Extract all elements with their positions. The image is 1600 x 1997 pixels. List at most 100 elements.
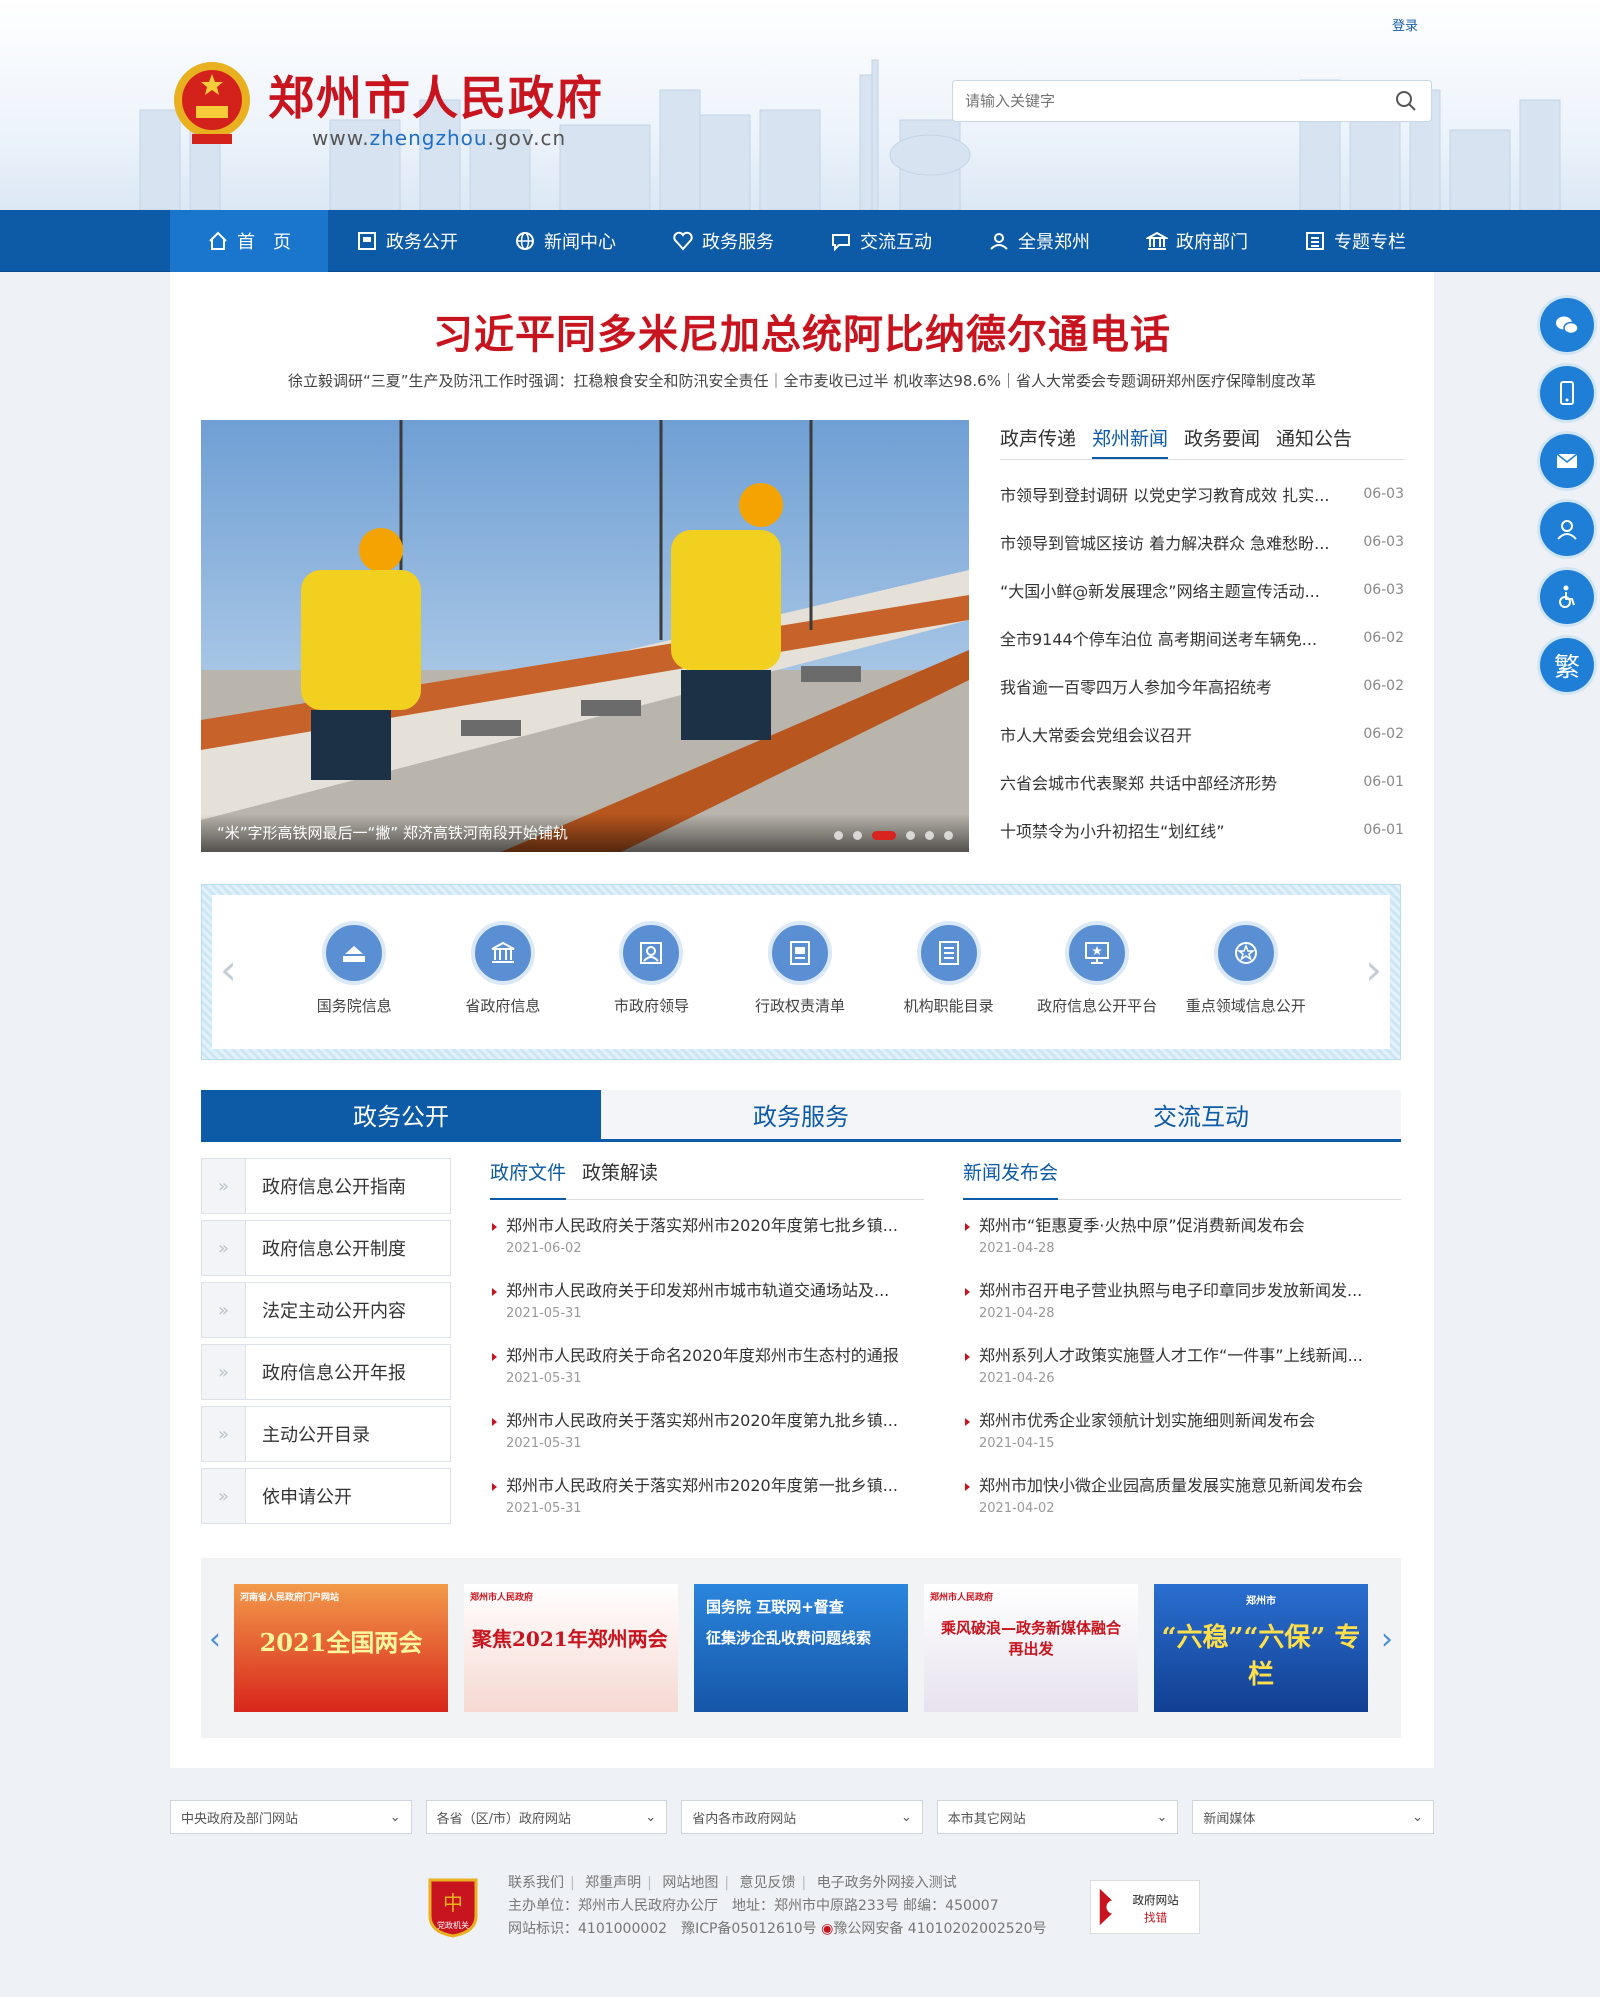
list-item[interactable]: 郑州市加快小微企业园高质量发展实施意见新闻发布会 2021-04-02 [963, 1472, 1401, 1537]
list-item[interactable]: 郑州市召开电子营业执照与电子印章同步发放新闻发... 2021-04-28 [963, 1277, 1401, 1342]
policy-title[interactable]: 郑州市人民政府关于落实郑州市2020年度第一批乡镇... [506, 1472, 924, 1496]
headline-link[interactable]: 习近平同多米尼加总统阿比纳德尔通电话 [170, 302, 1434, 360]
tab-voice[interactable]: 政声传递 [1000, 420, 1076, 459]
side-menu-item[interactable]: » 主动公开目录 [201, 1406, 451, 1462]
list-item[interactable]: 郑州市人民政府关于命名2020年度郑州市生态村的通报 2021-05-31 [490, 1342, 924, 1407]
login-link[interactable]: 登录 [1392, 15, 1418, 34]
side-menu-item[interactable]: » 政府信息公开年报 [201, 1344, 451, 1400]
carousel-dot[interactable] [853, 831, 862, 840]
list-item[interactable]: 郑州市人民政府关于落实郑州市2020年度第一批乡镇... 2021-05-31 [490, 1472, 924, 1537]
policy-title[interactable]: 郑州市人民政府关于落实郑州市2020年度第七批乡镇... [506, 1212, 924, 1236]
feedback-link[interactable]: 意见反馈 [740, 1875, 796, 1891]
select-city-gov[interactable]: 省内各市政府网站 ⌄ [681, 1800, 923, 1834]
police-number[interactable]: 豫公网安备 41010202002520号 [833, 1921, 1046, 1937]
banner-prev-arrow[interactable]: ‹ [209, 1622, 221, 1657]
press-title[interactable]: 郑州市“钜惠夏季·火热中原”促消费新闻发布会 [979, 1212, 1401, 1236]
list-item[interactable]: 郑州市人民政府关于印发郑州市城市轨道交通场站及... 2021-05-31 [490, 1277, 924, 1342]
quick-link-state-council[interactable]: 国务院信息 [280, 921, 429, 1016]
news-title[interactable]: 市领导到登封调研 以党史学习教育成效 扎实... [1000, 482, 1350, 506]
list-item[interactable]: 郑州市“钜惠夏季·火热中原”促消费新闻发布会 2021-04-28 [963, 1212, 1401, 1277]
policy-title[interactable]: 郑州市人民政府关于落实郑州市2020年度第九批乡镇... [506, 1407, 924, 1431]
carousel-dot[interactable] [925, 831, 934, 840]
tab-gov-news[interactable]: 政务要闻 [1184, 420, 1260, 459]
nav-item-gov-affairs[interactable]: 政务公开 [328, 210, 486, 272]
network-test-link[interactable]: 电子政务外网接入测试 [817, 1875, 957, 1891]
press-title[interactable]: 郑州系列人才政策实施暨人才工作“一件事”上线新闻... [979, 1342, 1401, 1366]
tab-gov-services[interactable]: 政务服务 [601, 1090, 1001, 1139]
quick-link-key-areas[interactable]: 重点领域信息公开 [1171, 921, 1320, 1016]
banner-next-arrow[interactable]: › [1381, 1622, 1393, 1657]
list-item[interactable]: “大国小鲜@新发展理念”网络主题宣传活动... 06-03 [1000, 566, 1404, 614]
select-media[interactable]: 新闻媒体 ⌄ [1192, 1800, 1434, 1834]
tab-interaction[interactable]: 交流互动 [1001, 1090, 1401, 1139]
tab-gov-documents[interactable]: 政府文件 [490, 1158, 567, 1200]
list-item[interactable]: 市领导到管城区接访 着力解决群众 急难愁盼... 06-03 [1000, 518, 1404, 566]
nav-item-departments[interactable]: 政府部门 [1118, 210, 1276, 272]
side-menu-item[interactable]: » 政府信息公开制度 [201, 1220, 451, 1276]
nav-item-services[interactable]: 政务服务 [644, 210, 802, 272]
policy-title[interactable]: 郑州市人民政府关于命名2020年度郑州市生态村的通报 [506, 1342, 924, 1366]
select-central-gov[interactable]: 中央政府及部门网站 ⌄ [170, 1800, 412, 1834]
nav-item-interaction[interactable]: 交流互动 [802, 210, 960, 272]
carousel-dot-active[interactable] [872, 831, 896, 840]
nav-item-news[interactable]: 新闻中心 [486, 210, 644, 272]
news-title[interactable]: “大国小鲜@新发展理念”网络主题宣传活动... [1000, 578, 1350, 602]
quick-link-province-gov[interactable]: 省政府信息 [429, 921, 578, 1016]
list-item[interactable]: 郑州市优秀企业家领航计划实施细则新闻发布会 2021-04-15 [963, 1407, 1401, 1472]
accessibility-button[interactable] [1540, 570, 1594, 624]
banner-six-stability[interactable]: 郑州市 “六稳”“六保” 专栏 [1154, 1584, 1368, 1712]
list-item[interactable]: 六省会城市代表聚郑 共话中部经济形势 06-01 [1000, 758, 1404, 806]
carousel-dot[interactable] [906, 831, 915, 840]
service-button[interactable] [1540, 502, 1594, 556]
list-item[interactable]: 郑州系列人才政策实施暨人才工作“一件事”上线新闻... 2021-04-26 [963, 1342, 1401, 1407]
press-title[interactable]: 郑州市加快小微企业园高质量发展实施意见新闻发布会 [979, 1472, 1401, 1496]
news-title[interactable]: 六省会城市代表聚郑 共话中部经济形势 [1000, 770, 1350, 794]
banner-two-sessions-national[interactable]: 河南省人民政府门户网站 2021全国两会 [234, 1584, 448, 1712]
news-title[interactable]: 我省逾一百零四万人参加今年高招统考 [1000, 674, 1350, 698]
news-title[interactable]: 市人大常委会党组会议召开 [1000, 722, 1350, 746]
banner-two-sessions-zhengzhou[interactable]: 郑州市人民政府 聚焦2021年郑州两会 [464, 1584, 678, 1712]
policy-title[interactable]: 郑州市人民政府关于印发郑州市城市轨道交通场站及... [506, 1277, 924, 1301]
strip-next-arrow[interactable]: › [1365, 945, 1382, 994]
strip-prev-arrow[interactable]: ‹ [220, 945, 237, 994]
tab-notices[interactable]: 通知公告 [1276, 420, 1352, 459]
list-item[interactable]: 市人大常委会党组会议召开 06-02 [1000, 710, 1404, 758]
list-item[interactable]: 郑州市人民政府关于落实郑州市2020年度第九批乡镇... 2021-05-31 [490, 1407, 924, 1472]
list-item[interactable]: 市领导到登封调研 以党史学习教育成效 扎实... 06-03 [1000, 470, 1404, 518]
side-menu-item[interactable]: » 依申请公开 [201, 1468, 451, 1524]
press-title[interactable]: 郑州市优秀企业家领航计划实施细则新闻发布会 [979, 1407, 1401, 1431]
list-item[interactable]: 全市9144个停车泊位 高考期间送考车辆免... 06-02 [1000, 614, 1404, 662]
photo-carousel[interactable]: “米”字形高铁网最后一“撇” 郑济高铁河南段开始铺轨 [201, 420, 969, 852]
banner-state-council-supervision[interactable]: 国务院 互联网+督查 征集涉企乱收费问题线索 [694, 1584, 908, 1712]
list-item[interactable]: 十项禁令为小升初招生“划红线” 06-01 [1000, 806, 1404, 854]
carousel-dot[interactable] [944, 831, 953, 840]
list-item[interactable]: 郑州市人民政府关于落实郑州市2020年度第七批乡镇... 2021-06-02 [490, 1212, 924, 1277]
quick-link-agency-catalog[interactable]: 机构职能目录 [874, 921, 1023, 1016]
press-title[interactable]: 郑州市召开电子营业执照与电子印章同步发放新闻发... [979, 1277, 1401, 1301]
wechat-button[interactable] [1540, 298, 1594, 352]
search-icon[interactable] [1395, 90, 1417, 112]
nav-item-home[interactable]: 首 页 [170, 210, 328, 272]
banner-new-media[interactable]: 郑州市人民政府 乘风破浪—政务新媒体融合 再出发 [924, 1584, 1138, 1712]
sitemap-link[interactable]: 网站地图 [662, 1875, 718, 1891]
carousel-dot[interactable] [834, 831, 843, 840]
nav-item-panorama[interactable]: 全景郑州 [960, 210, 1118, 272]
tab-gov-affairs[interactable]: 政务公开 [201, 1090, 601, 1139]
disclaimer-link[interactable]: 郑重声明 [585, 1875, 641, 1891]
side-menu-item[interactable]: » 政府信息公开指南 [201, 1158, 451, 1214]
contact-us-link[interactable]: 联系我们 [508, 1875, 564, 1891]
tab-press-conference[interactable]: 新闻发布会 [963, 1158, 1059, 1200]
quick-link-power-list[interactable]: 行政权责清单 [726, 921, 875, 1016]
traditional-chinese-button[interactable]: 繁 [1540, 638, 1594, 692]
side-menu-item[interactable]: » 法定主动公开内容 [201, 1282, 451, 1338]
select-local-sites[interactable]: 本市其它网站 ⌄ [936, 1800, 1179, 1834]
list-item[interactable]: 我省逾一百零四万人参加今年高招统考 06-02 [1000, 662, 1404, 710]
gov-site-error-report-badge[interactable]: 政府网站 找错 [1090, 1880, 1200, 1934]
news-title[interactable]: 市领导到管城区接访 着力解决群众 急难愁盼... [1000, 530, 1350, 554]
quick-link-info-platform[interactable]: 政府信息公开平台 [1023, 921, 1172, 1016]
search-input[interactable] [965, 81, 1365, 121]
nav-item-topics[interactable]: 专题专栏 [1276, 210, 1434, 272]
news-title[interactable]: 全市9144个停车泊位 高考期间送考车辆免... [1000, 626, 1350, 650]
mobile-button[interactable] [1540, 366, 1594, 420]
tab-zhengzhou-news[interactable]: 郑州新闻 [1092, 420, 1169, 459]
